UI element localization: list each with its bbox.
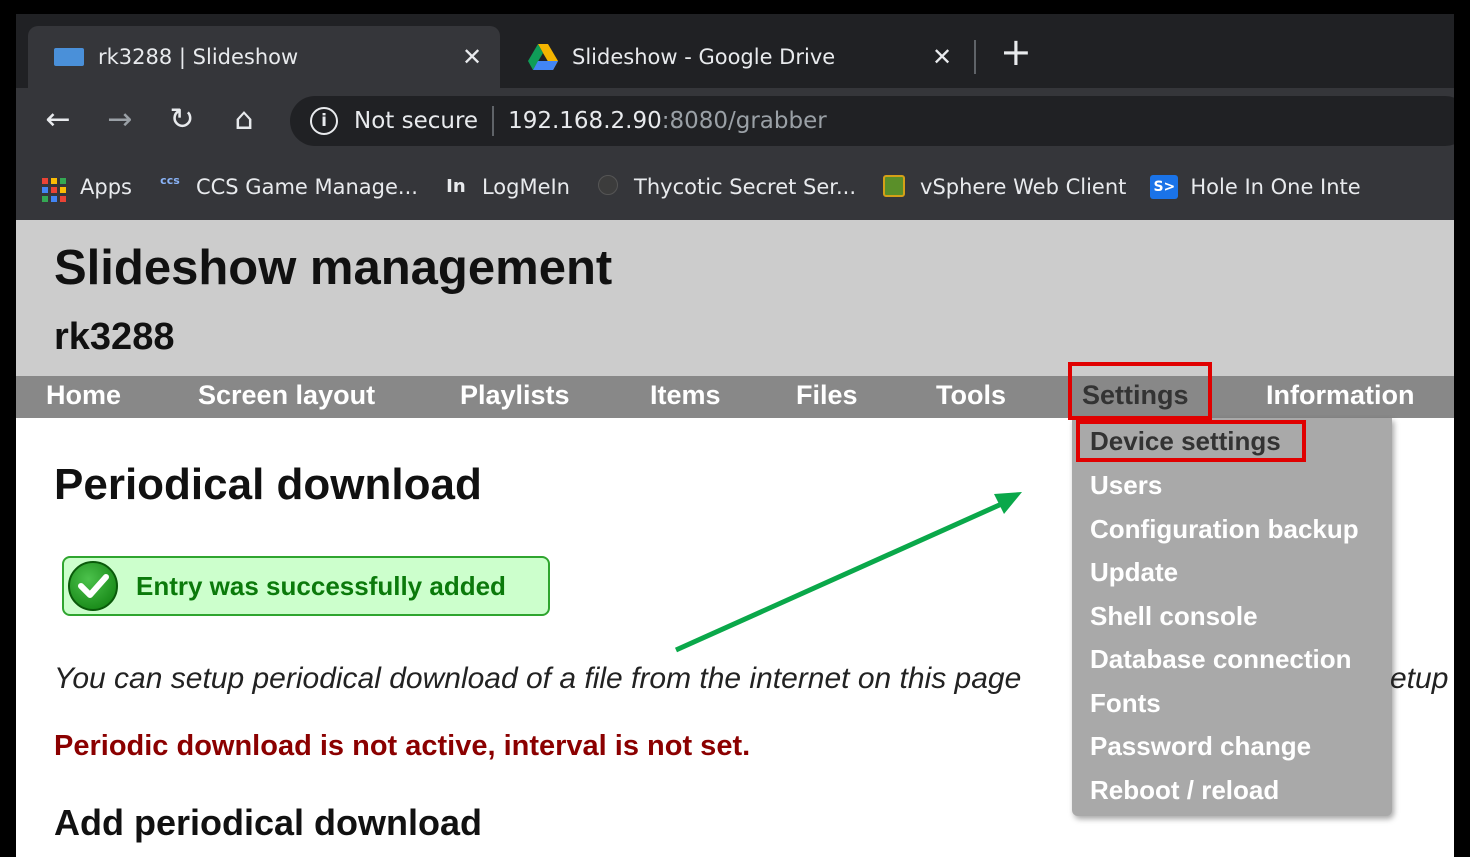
annotation-arrow (674, 492, 1022, 653)
screenshot-frame: rk3288 | Slideshow ✕ Slideshow - Google … (16, 14, 1454, 857)
